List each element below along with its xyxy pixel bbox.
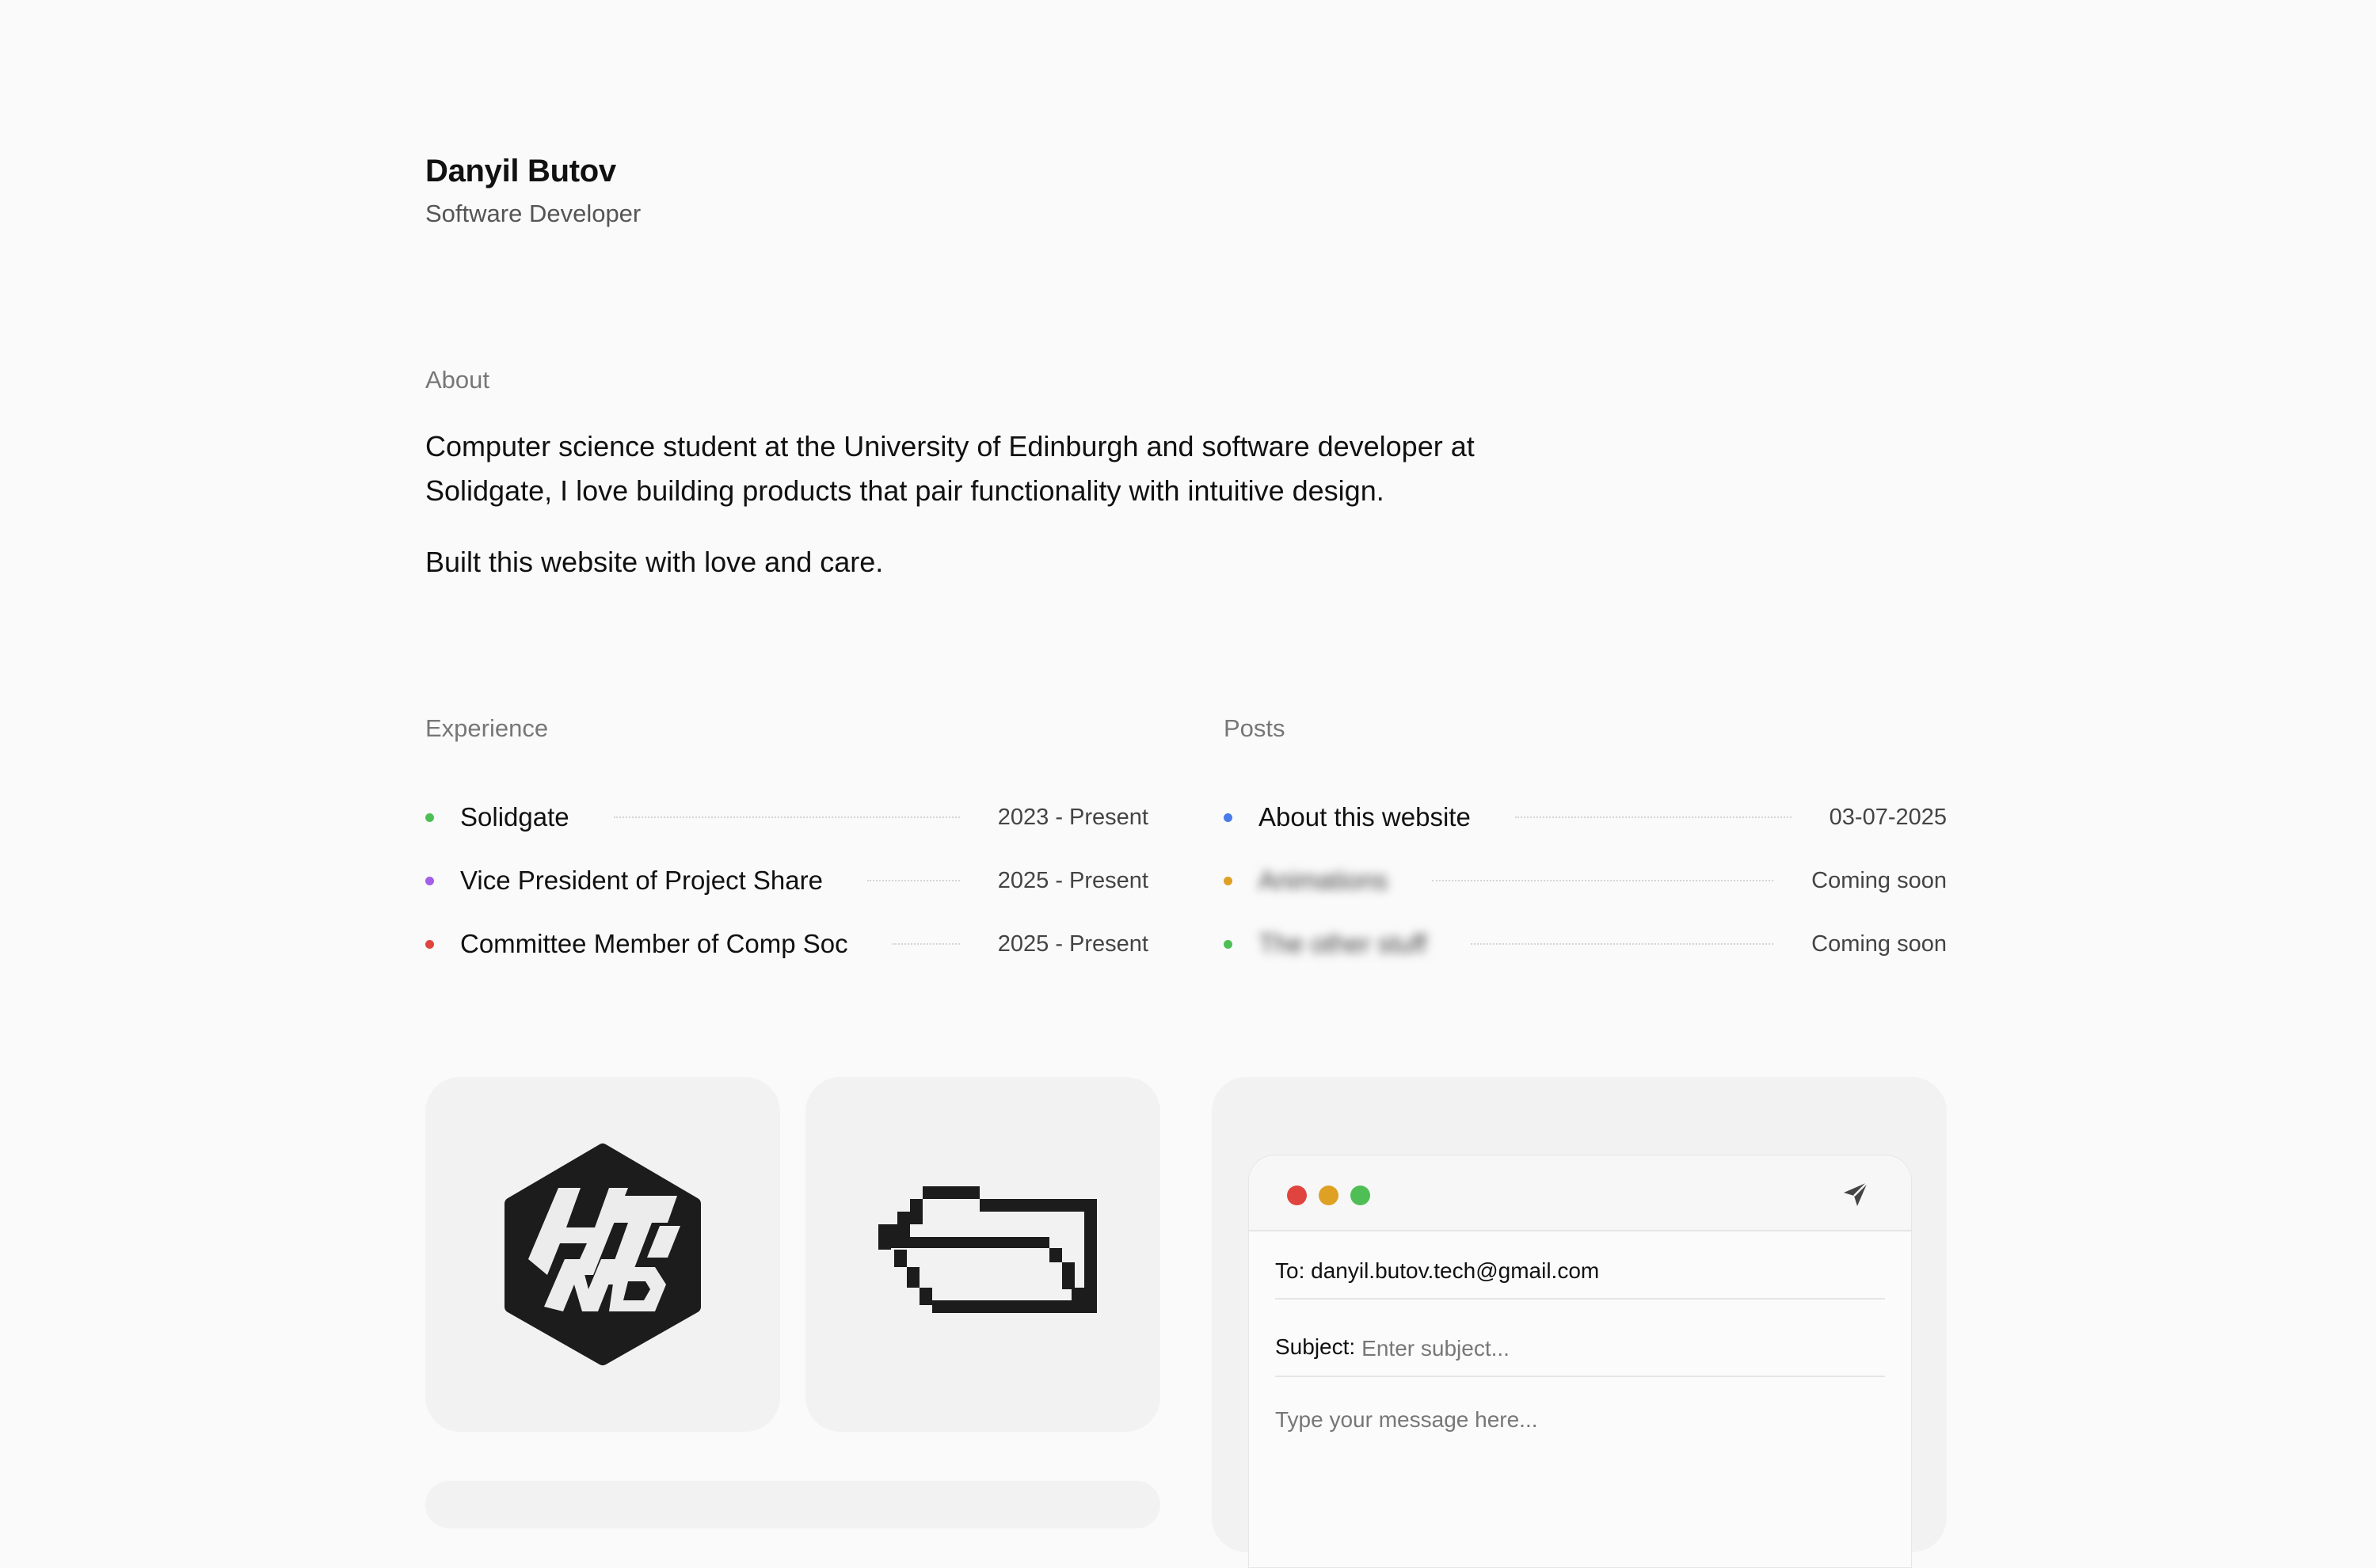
post-date: Coming soon [1811,931,1947,957]
send-icon [1844,1182,1868,1206]
post-date: 03-07-2025 [1829,804,1947,830]
close-dot-icon [1287,1186,1307,1205]
experience-item[interactable]: Solidgate 2023 - Present [425,786,1148,849]
status-dot [425,939,434,949]
dotted-leader [1471,943,1774,945]
profile-name: Danyil Butov [425,154,616,188]
mail-subject-row: Subject: [1275,1334,1885,1377]
experience-item[interactable]: Vice President of Project Share 2025 - P… [425,849,1148,912]
post-item[interactable]: About this website 03-07-2025 [1224,786,1947,849]
experience-title: Committee Member of Comp Soc [460,929,848,958]
logo-card[interactable] [805,1077,1160,1432]
experience-heading: Experience [425,714,549,742]
experience-item[interactable]: Committee Member of Comp Soc 2025 - Pres… [425,912,1148,976]
hex-monogram-icon [505,1144,701,1365]
post-item: The other stuff Coming soon [1224,912,1947,976]
portfolio-page: Danyil Butov Software Developer About Co… [0,0,2376,1568]
contact-card: To: danyil.butov.tech@gmail.com Subject: [1212,1077,1947,1568]
dotted-leader [866,880,960,881]
mail-composer: To: danyil.butov.tech@gmail.com Subject: [1248,1155,1912,1568]
mail-to-row: To: danyil.butov.tech@gmail.com [1275,1258,1885,1300]
experience-period: 2023 - Present [997,804,1148,830]
about-paragraph: Built this website with love and care. [425,546,884,578]
post-title: The other stuff [1258,929,1427,958]
status-dot [425,813,434,822]
experience-title: Solidgate [460,802,569,832]
experience-title: Vice President of Project Share [460,866,823,895]
posts-heading: Posts [1224,714,1285,742]
logo-card[interactable] [425,1077,780,1432]
mail-titlebar [1249,1155,1911,1231]
post-title: About this website [1258,802,1471,832]
to-address: danyil.butov.tech@gmail.com [1311,1258,1600,1283]
about-heading: About [425,366,490,394]
subject-input[interactable] [1355,1334,1885,1363]
status-dot [1224,813,1232,822]
to-label: To: [1275,1258,1305,1283]
pixel-folder-icon [878,1186,1097,1313]
dotted-leader [613,816,960,818]
about-paragraph: Computer science student at the Universi… [425,430,1475,507]
status-dot [425,876,434,885]
posts-list: About this website 03-07-2025 Animations… [1224,786,1947,976]
dotted-leader [1432,880,1774,881]
status-dot [1224,939,1232,949]
status-dot [1224,876,1232,885]
minimize-dot-icon [1319,1186,1338,1205]
profile-role: Software Developer [425,200,642,227]
post-item: Animations Coming soon [1224,849,1947,912]
experience-period: 2025 - Present [997,867,1148,893]
post-title: Animations [1258,866,1388,895]
post-date: Coming soon [1811,867,1947,893]
experience-period: 2025 - Present [997,931,1148,957]
maximize-dot-icon [1350,1186,1370,1205]
experience-list: Solidgate 2023 - Present Vice President … [425,786,1148,976]
dotted-leader [892,943,960,945]
subject-label: Subject: [1275,1334,1356,1359]
send-button[interactable] [1840,1178,1871,1210]
message-textarea[interactable] [1275,1407,1885,1566]
dotted-leader [1514,816,1792,818]
project-card[interactable] [425,1481,1160,1528]
